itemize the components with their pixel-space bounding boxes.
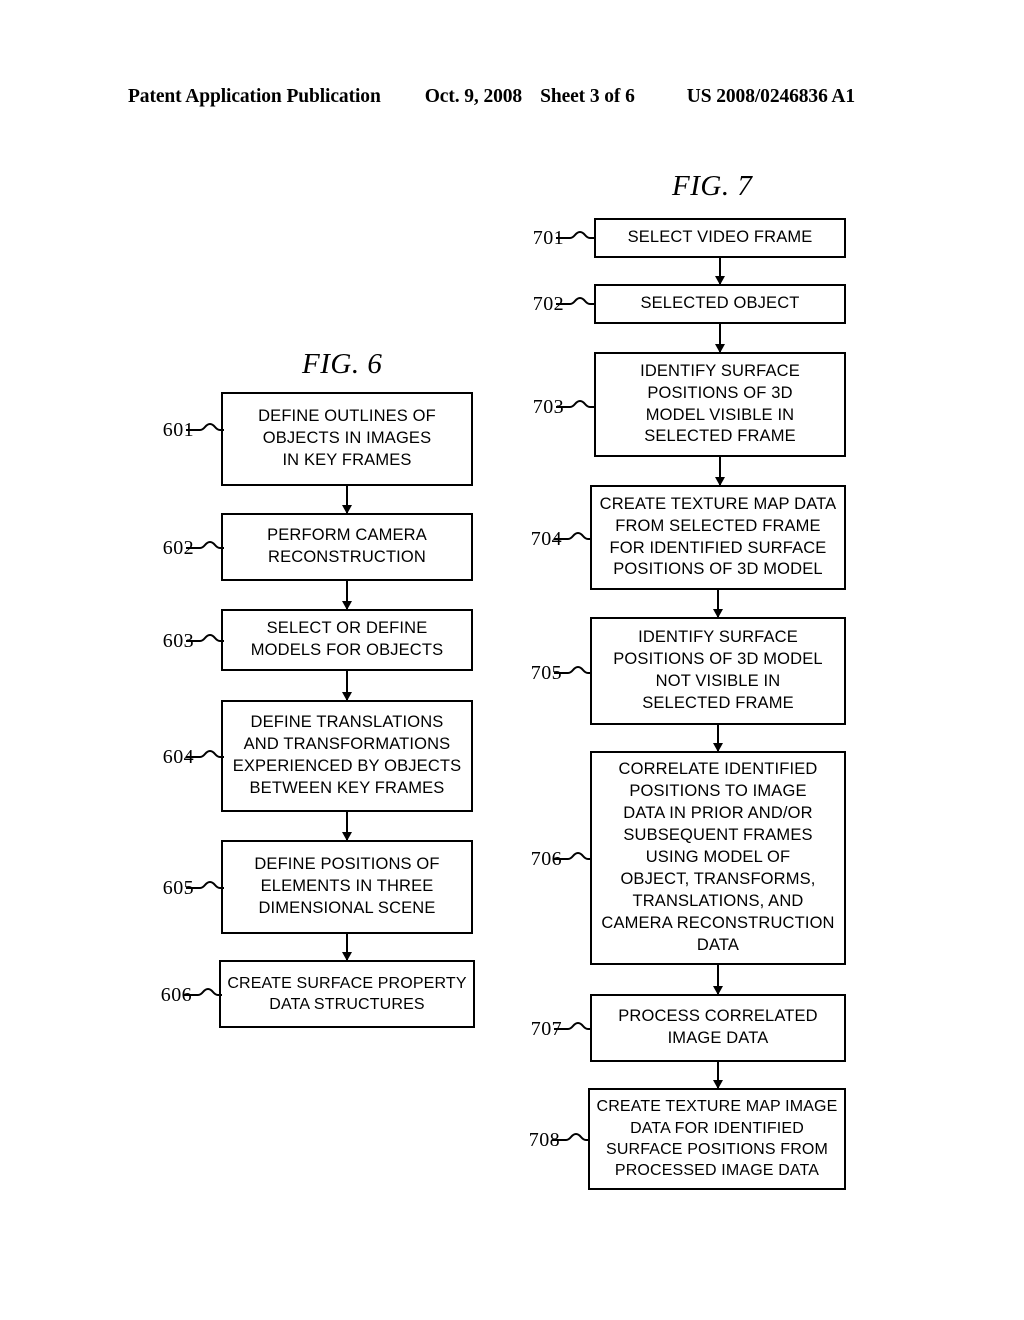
flow-node-606-label: CREATE SURFACE PROPERTY DATA STRUCTURES — [227, 974, 467, 1013]
leader-line-604 — [186, 748, 226, 764]
flow-node-602[interactable]: PERFORM CAMERA RECONSTRUCTION — [221, 513, 473, 581]
header-sheet-label: Sheet 3 of 6 — [540, 86, 635, 107]
connector-702-703 — [713, 324, 727, 353]
flow-node-605-label: DEFINE POSITIONS OF ELEMENTS IN THREE DI… — [254, 855, 440, 917]
connector-707-708 — [711, 1062, 725, 1089]
flow-node-703[interactable]: IDENTIFY SURFACE POSITIONS OF 3D MODEL V… — [594, 352, 846, 457]
header-date-label: Oct. 9, 2008 — [424, 86, 523, 107]
flow-node-705[interactable]: IDENTIFY SURFACE POSITIONS OF 3D MODEL N… — [590, 617, 846, 725]
flow-node-603[interactable]: SELECT OR DEFINE MODELS FOR OBJECTS — [221, 609, 473, 671]
flow-node-705-label: IDENTIFY SURFACE POSITIONS OF 3D MODEL N… — [613, 628, 823, 712]
flow-node-701[interactable]: SELECT VIDEO FRAME — [594, 218, 846, 258]
flow-node-708-label: CREATE TEXTURE MAP IMAGE DATA FOR IDENTI… — [596, 1098, 838, 1180]
flow-node-706-label: CORRELATE IDENTIFIED POSITIONS TO IMAGE … — [601, 760, 835, 954]
flow-node-603-label: SELECT OR DEFINE MODELS FOR OBJECTS — [250, 619, 444, 659]
flow-node-605[interactable]: DEFINE POSITIONS OF ELEMENTS IN THREE DI… — [221, 840, 473, 934]
figure-6-title: FIG. 6 — [302, 348, 383, 380]
flow-node-706[interactable]: CORRELATE IDENTIFIED POSITIONS TO IMAGE … — [590, 751, 846, 965]
flow-node-701-label: SELECT VIDEO FRAME — [627, 228, 813, 247]
connector-604-605 — [340, 812, 354, 841]
leader-line-701 — [556, 229, 596, 245]
flow-node-707-label: PROCESS CORRELATED IMAGE DATA — [618, 1007, 818, 1047]
leader-line-704 — [554, 530, 594, 546]
figure-7-title: FIG. 7 — [672, 170, 753, 202]
leader-line-605 — [186, 879, 226, 895]
header-publication-label: Patent Application Publication — [128, 86, 381, 107]
leader-line-603 — [186, 632, 226, 648]
flow-node-604[interactable]: DEFINE TRANSLATIONS AND TRANSFORMATIONS … — [221, 700, 473, 812]
flow-node-606[interactable]: CREATE SURFACE PROPERTY DATA STRUCTURES — [219, 960, 475, 1028]
leader-line-606 — [184, 986, 224, 1002]
leader-line-707 — [554, 1020, 594, 1036]
leader-line-703 — [556, 398, 596, 414]
leader-line-602 — [186, 539, 226, 555]
flow-node-602-label: PERFORM CAMERA RECONSTRUCTION — [267, 526, 427, 566]
flow-node-601-label: DEFINE OUTLINES OF OBJECTS IN IMAGES IN … — [258, 407, 436, 469]
flow-node-604-label: DEFINE TRANSLATIONS AND TRANSFORMATIONS … — [232, 713, 462, 797]
flow-node-704-label: CREATE TEXTURE MAP DATA FROM SELECTED FR… — [599, 494, 837, 579]
connector-706-707 — [711, 965, 725, 995]
flow-node-702-label: SELECTED OBJECT — [640, 294, 800, 313]
connector-602-603 — [340, 581, 354, 610]
connector-705-706 — [711, 725, 725, 752]
leader-line-705 — [554, 664, 594, 680]
leader-line-702 — [556, 295, 596, 311]
leader-line-708 — [552, 1131, 592, 1147]
header-patent-number: US 2008/0246836 A1 — [686, 86, 856, 107]
connector-704-705 — [711, 590, 725, 618]
page-header: Patent Application Publication Oct. 9, 2… — [128, 86, 898, 112]
flow-node-707[interactable]: PROCESS CORRELATED IMAGE DATA — [590, 994, 846, 1062]
flow-node-708[interactable]: CREATE TEXTURE MAP IMAGE DATA FOR IDENTI… — [588, 1088, 846, 1190]
patent-page: Patent Application Publication Oct. 9, 2… — [0, 0, 1024, 1320]
connector-605-606 — [340, 934, 354, 961]
connector-603-604 — [340, 671, 354, 701]
flow-node-703-label: IDENTIFY SURFACE POSITIONS OF 3D MODEL V… — [640, 361, 800, 446]
flow-node-702[interactable]: SELECTED OBJECT — [594, 284, 846, 324]
connector-601-602 — [340, 486, 354, 514]
leader-line-706 — [554, 850, 594, 866]
leader-line-601 — [186, 421, 226, 437]
flow-node-704[interactable]: CREATE TEXTURE MAP DATA FROM SELECTED FR… — [590, 485, 846, 590]
connector-701-702 — [713, 258, 727, 285]
connector-703-704 — [713, 457, 727, 486]
flow-node-601[interactable]: DEFINE OUTLINES OF OBJECTS IN IMAGES IN … — [221, 392, 473, 486]
